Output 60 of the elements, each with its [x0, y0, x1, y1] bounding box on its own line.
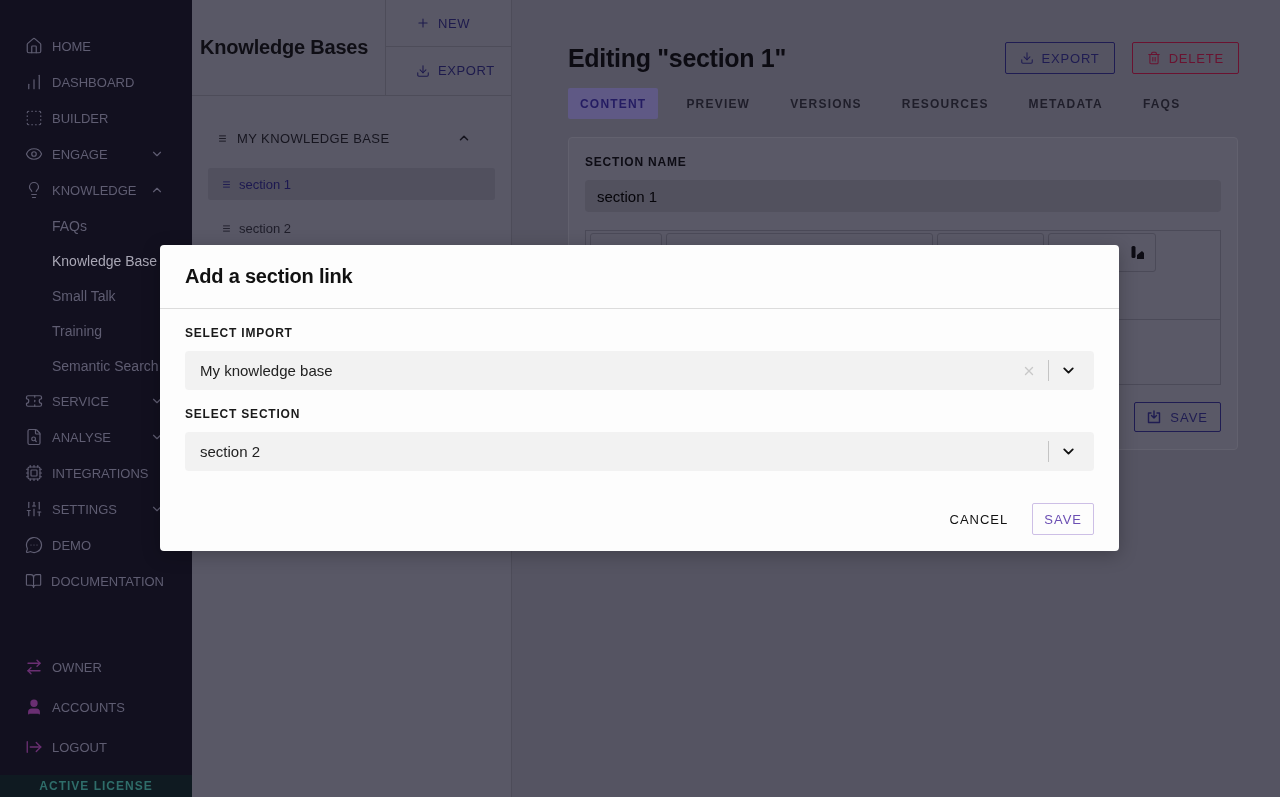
new-button[interactable]: NEW	[386, 0, 511, 47]
sidebar-item[interactable]: DEMO	[0, 527, 192, 563]
download-icon	[416, 63, 430, 78]
delete-button[interactable]: DELETE	[1131, 42, 1239, 74]
home-icon	[25, 37, 43, 55]
page-title: Editing "section 1"	[568, 43, 788, 73]
sidebar-item[interactable]: SETTINGS	[0, 491, 192, 527]
save-button[interactable]: SAVE	[1032, 503, 1094, 535]
bar-chart-icon	[25, 73, 43, 91]
export-button[interactable]: EXPORT	[1004, 42, 1115, 74]
tree-item[interactable]: section 2	[208, 212, 495, 244]
select-field[interactable]: My knowledge base	[185, 351, 1094, 390]
input-field[interactable]: section 1	[585, 180, 1221, 212]
dashed-square-icon	[25, 109, 43, 127]
save-button[interactable]: SAVE	[1134, 402, 1221, 432]
book-icon	[25, 572, 43, 590]
swap-arrows-icon	[25, 658, 43, 676]
field-label: SECTION NAME	[585, 154, 688, 170]
select-field[interactable]: section 2	[185, 432, 1094, 471]
tab[interactable]: PREVIEW	[674, 88, 763, 119]
menu-icon	[218, 133, 227, 143]
sidebar-item[interactable]: HOME	[0, 28, 192, 64]
sidebar-item[interactable]: OWNER	[0, 647, 192, 687]
sidebar-item[interactable]: DASHBOARD	[0, 64, 192, 100]
sidebar-subitem[interactable]: FAQs	[0, 208, 192, 243]
menu-icon	[222, 179, 231, 189]
tab[interactable]: METADATA	[1016, 88, 1115, 119]
modal-title: Add a section link	[185, 265, 353, 288]
sidebar-item[interactable]: KNOWLEDGE	[0, 172, 192, 208]
plus-icon	[416, 16, 430, 30]
tray-download-icon	[1147, 410, 1162, 424]
ticket-icon	[25, 392, 43, 410]
tab[interactable]: RESOURCES	[889, 88, 1001, 119]
user-icon	[25, 698, 43, 716]
sidebar-item[interactable]: BUILDER	[0, 100, 192, 136]
sidebar-item[interactable]: DOCUMENTATION	[0, 563, 192, 599]
chat-bubble-icon	[25, 536, 43, 554]
highlighter-icon	[1131, 246, 1144, 259]
panel-title: Knowledge Bases	[200, 36, 369, 59]
tab[interactable]: VERSIONS	[778, 88, 874, 119]
field-label: SELECT SECTION	[185, 406, 302, 422]
cancel-button[interactable]: CANCEL	[949, 503, 1009, 535]
file-search-icon	[25, 428, 43, 446]
trash-icon	[1146, 51, 1161, 65]
sliders-icon	[25, 500, 43, 518]
tab[interactable]: CONTENT	[568, 88, 659, 119]
export-button[interactable]: EXPORT	[386, 47, 511, 94]
tree-group[interactable]: MY KNOWLEDGE BASE	[208, 122, 495, 154]
eye-icon	[25, 145, 43, 163]
license-status: ACTIVE LICENSE	[0, 775, 192, 797]
sidebar-item[interactable]: LOGOUT	[0, 727, 192, 767]
chip-icon	[25, 464, 43, 482]
tree-item[interactable]: section 1	[208, 168, 495, 200]
sidebar-item[interactable]: ACCOUNTS	[0, 687, 192, 727]
tab[interactable]: FAQS	[1130, 88, 1193, 119]
logout-icon	[25, 738, 43, 756]
sidebar-item[interactable]: ENGAGE	[0, 136, 192, 172]
menu-icon	[222, 223, 231, 233]
field-label: SELECT IMPORT	[185, 325, 294, 341]
download-icon	[1019, 51, 1034, 65]
